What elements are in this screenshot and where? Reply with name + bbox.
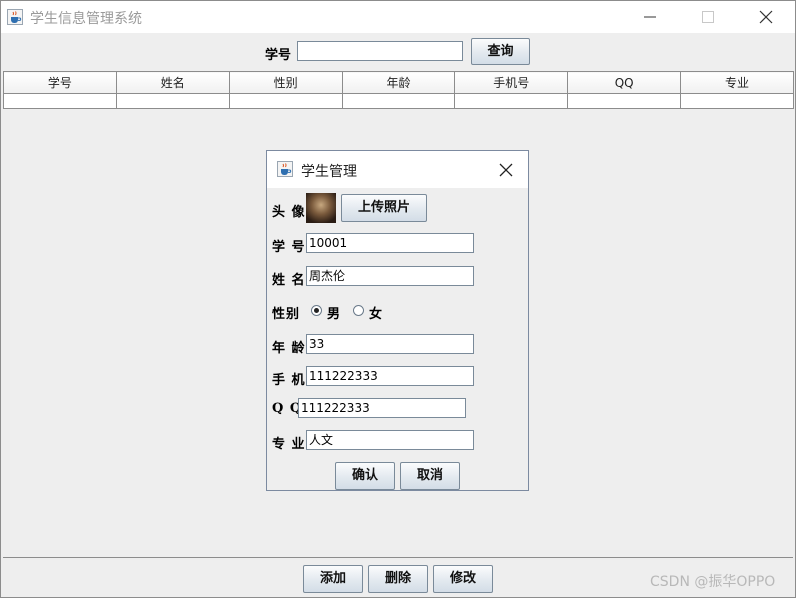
dialog-title: 学生管理 bbox=[301, 164, 357, 180]
upload-photo-button[interactable]: 上传照片 bbox=[341, 194, 427, 222]
major-field[interactable]: 人文 bbox=[306, 430, 474, 450]
add-button[interactable]: 添加 bbox=[303, 565, 363, 593]
close-icon[interactable] bbox=[497, 161, 515, 179]
table-cell[interactable] bbox=[3, 93, 117, 109]
delete-button[interactable]: 删除 bbox=[368, 565, 428, 593]
close-icon[interactable] bbox=[743, 1, 789, 33]
title-bar: 学生信息管理系统 bbox=[1, 1, 795, 33]
gender-male-radio[interactable] bbox=[311, 305, 322, 316]
qq-field[interactable]: 111222333 bbox=[298, 398, 466, 418]
gender-female-radio[interactable] bbox=[353, 305, 364, 316]
column-header-gender[interactable]: 性别 bbox=[228, 71, 343, 94]
age-label: 年 龄 bbox=[272, 341, 306, 356]
minimize-icon[interactable] bbox=[627, 1, 673, 33]
name-label: 姓 名 bbox=[272, 273, 306, 288]
major-label: 专 业 bbox=[272, 437, 306, 452]
confirm-button[interactable]: 确认 bbox=[335, 462, 395, 490]
cancel-button[interactable]: 取消 bbox=[400, 462, 460, 490]
column-header-major[interactable]: 专业 bbox=[680, 71, 794, 94]
phone-field[interactable]: 111222333 bbox=[306, 366, 474, 386]
search-input[interactable] bbox=[297, 41, 463, 61]
table-cell[interactable] bbox=[115, 93, 230, 109]
column-header-age[interactable]: 年龄 bbox=[341, 71, 456, 94]
avatar bbox=[306, 193, 336, 223]
window-title: 学生信息管理系统 bbox=[30, 11, 142, 27]
avatar-label: 头 像 bbox=[272, 205, 306, 220]
watermark: CSDN @振华OPPO bbox=[650, 574, 776, 590]
id-label: 学 号 bbox=[272, 240, 306, 255]
table-cell[interactable] bbox=[341, 93, 456, 109]
dialog-title-bar: 学生管理 bbox=[267, 151, 528, 188]
table-row[interactable] bbox=[3, 93, 794, 109]
java-cup-icon bbox=[7, 9, 23, 25]
java-cup-icon bbox=[277, 161, 293, 177]
gender-male-label[interactable]: 男 bbox=[327, 303, 340, 322]
table-cell[interactable] bbox=[228, 93, 343, 109]
name-field[interactable]: 周杰伦 bbox=[306, 266, 474, 286]
id-field[interactable]: 10001 bbox=[306, 233, 474, 253]
phone-label: 手 机 bbox=[272, 373, 306, 388]
table-cell[interactable] bbox=[567, 93, 682, 109]
age-field[interactable]: 33 bbox=[306, 334, 474, 354]
column-header-qq[interactable]: QQ bbox=[567, 71, 682, 94]
table-header-row: 学号 姓名 性别 年龄 手机号 QQ 专业 bbox=[3, 71, 794, 94]
maximize-icon[interactable] bbox=[685, 1, 731, 33]
edit-button[interactable]: 修改 bbox=[433, 565, 493, 593]
column-header-name[interactable]: 姓名 bbox=[115, 71, 230, 94]
student-dialog: 学生管理 头 像 上传照片 学 号 10001 姓 名 周杰伦 性别 男 女 年… bbox=[266, 150, 529, 491]
table-cell[interactable] bbox=[680, 93, 794, 109]
table-cell[interactable] bbox=[454, 93, 569, 109]
column-header-id[interactable]: 学号 bbox=[3, 71, 117, 94]
gender-label: 性别 bbox=[272, 307, 301, 322]
student-grid: 学号 姓名 性别 年龄 手机号 QQ 专业 bbox=[3, 71, 794, 109]
search-label: 学号 bbox=[265, 48, 292, 63]
query-button[interactable]: 查询 bbox=[471, 38, 530, 65]
column-header-phone[interactable]: 手机号 bbox=[454, 71, 569, 94]
gender-female-label[interactable]: 女 bbox=[369, 303, 382, 322]
